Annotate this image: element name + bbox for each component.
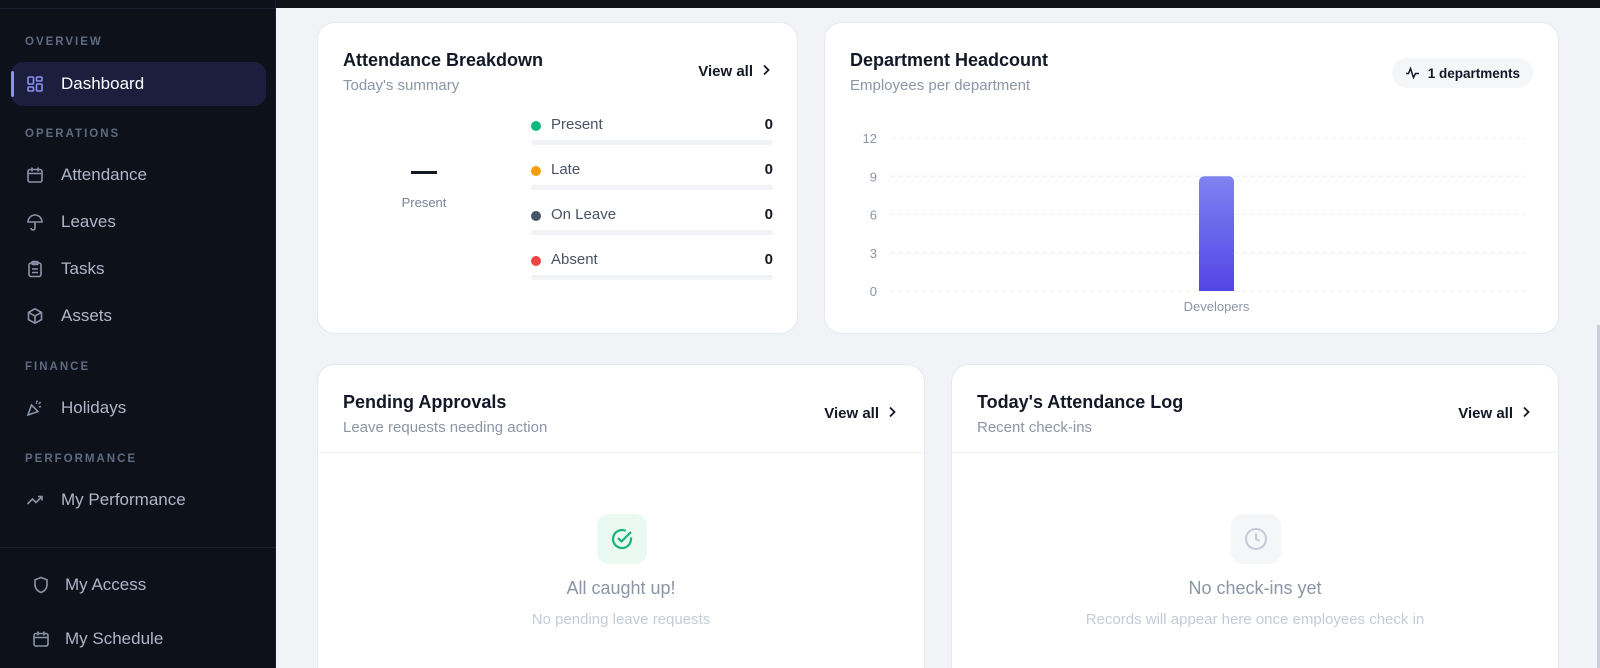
view-all-label: View all [698, 63, 753, 80]
status-dot [531, 166, 541, 176]
dashboard-icon [25, 74, 45, 94]
present-value [411, 171, 437, 174]
sidebar-item-holidays[interactable]: Holidays [11, 386, 266, 430]
view-all-link[interactable]: View all [824, 405, 896, 422]
chevron-right-icon [1522, 406, 1530, 421]
sidebar-divider [0, 8, 276, 9]
card-title: Pending Approvals [343, 392, 507, 412]
section-label-overview: OVERVIEW [25, 36, 103, 48]
sidebar-item-dashboard[interactable]: Dashboard [11, 62, 266, 106]
card-title: Department Headcount [850, 50, 1049, 70]
sidebar-item-tasks[interactable]: Tasks [11, 247, 266, 291]
y-tick-label: 3 [870, 246, 877, 261]
y-tick-label: 6 [870, 208, 877, 223]
badge-label: 1 departments [1427, 65, 1520, 81]
sidebar-item-leaves[interactable]: Leaves [11, 200, 266, 244]
row-value: 0 [764, 116, 773, 133]
pending-approvals-card: Pending Approvals Leave requests needing… [317, 364, 925, 668]
row-label: Late [551, 161, 581, 178]
sidebar-item-my-performance[interactable]: My Performance [11, 478, 266, 522]
shield-icon [31, 575, 51, 595]
check-circle-icon [597, 514, 647, 564]
y-tick-label: 9 [870, 169, 877, 184]
attendance-log-card: Today's Attendance Log Recent check-ins … [951, 364, 1559, 668]
row-value: 0 [764, 251, 773, 268]
empty-state-title: No check-ins yet [1188, 578, 1322, 598]
section-label-operations: OPERATIONS [25, 128, 121, 140]
sidebar-item-label: Assets [61, 306, 113, 325]
trending-up-icon [25, 490, 45, 510]
clock-icon [1231, 514, 1281, 564]
departments-count-badge: 1 departments [1391, 58, 1533, 88]
card-title: Attendance Breakdown [343, 50, 544, 70]
section-label-finance: FINANCE [25, 361, 91, 373]
sidebar-item-label: Attendance [61, 165, 148, 184]
sidebar-item-my-access[interactable]: My Access [17, 563, 272, 607]
row-label: Present [551, 116, 603, 133]
calendar-icon [25, 165, 45, 185]
empty-state-subtitle: No pending leave requests [531, 611, 711, 628]
empty-state-subtitle: Records will appear here once employees … [1085, 611, 1425, 628]
row-progress [531, 140, 773, 145]
x-category-label: Developers [1184, 299, 1250, 314]
card-subtitle: Leave requests needing action [343, 419, 548, 436]
card-subtitle: Today's summary [343, 77, 460, 94]
chevron-right-icon [888, 406, 896, 421]
card-subtitle: Employees per department [850, 77, 1031, 94]
sidebar-item-label: Dashboard [61, 74, 145, 93]
sidebar-footer-divider [0, 547, 276, 548]
headcount-bar-chart: 0 3 6 9 12 Developers [863, 131, 1526, 314]
sidebar-item-my-schedule[interactable]: My Schedule [17, 617, 272, 661]
status-dot [531, 211, 541, 221]
view-all-link[interactable]: View all [1458, 405, 1530, 422]
row-value: 0 [764, 161, 773, 178]
card-divider [952, 452, 1558, 453]
department-headcount-card: Department Headcount Employees per depar… [824, 22, 1559, 334]
y-tick-label: 0 [870, 284, 877, 299]
attendance-breakdown-card: Attendance Breakdown Today's summary Vie… [317, 22, 798, 334]
row-label: On Leave [551, 206, 617, 223]
sidebar: OVERVIEW Dashboard OPERATIONS Attendance… [0, 0, 276, 668]
card-subtitle: Recent check-ins [977, 419, 1093, 436]
bar-developers[interactable] [1199, 176, 1234, 291]
row-progress [531, 185, 773, 190]
y-tick-label: 12 [863, 131, 877, 146]
present-label: Present [401, 195, 447, 210]
sidebar-item-assets[interactable]: Assets [11, 294, 266, 338]
view-all-label: View all [1458, 405, 1513, 422]
row-progress [531, 230, 773, 235]
status-dot [531, 256, 541, 266]
calendar-icon [31, 629, 51, 649]
view-all-link[interactable]: View all [698, 63, 770, 80]
card-divider [318, 452, 924, 453]
section-label-performance: PERFORMANCE [25, 453, 138, 465]
row-progress [531, 275, 773, 280]
clipboard-icon [25, 259, 45, 279]
sidebar-item-label: Leaves [61, 212, 116, 231]
sidebar-item-label: Tasks [61, 259, 105, 278]
sidebar-item-label: Holidays [61, 398, 127, 417]
view-all-label: View all [824, 405, 879, 422]
row-value: 0 [764, 206, 773, 223]
sidebar-item-label: My Performance [61, 490, 186, 509]
sidebar-item-attendance[interactable]: Attendance [11, 153, 266, 197]
box-icon [25, 306, 45, 326]
activity-icon [1405, 66, 1420, 80]
sidebar-item-label: My Schedule [65, 629, 164, 648]
status-dot [531, 121, 541, 131]
sidebar-item-label: My Access [65, 575, 147, 594]
card-title: Today's Attendance Log [977, 392, 1184, 412]
row-label: Absent [551, 251, 598, 268]
umbrella-icon [25, 212, 45, 232]
chevron-right-icon [762, 64, 770, 79]
empty-state-title: All caught up! [566, 578, 676, 598]
party-popper-icon [25, 398, 45, 418]
